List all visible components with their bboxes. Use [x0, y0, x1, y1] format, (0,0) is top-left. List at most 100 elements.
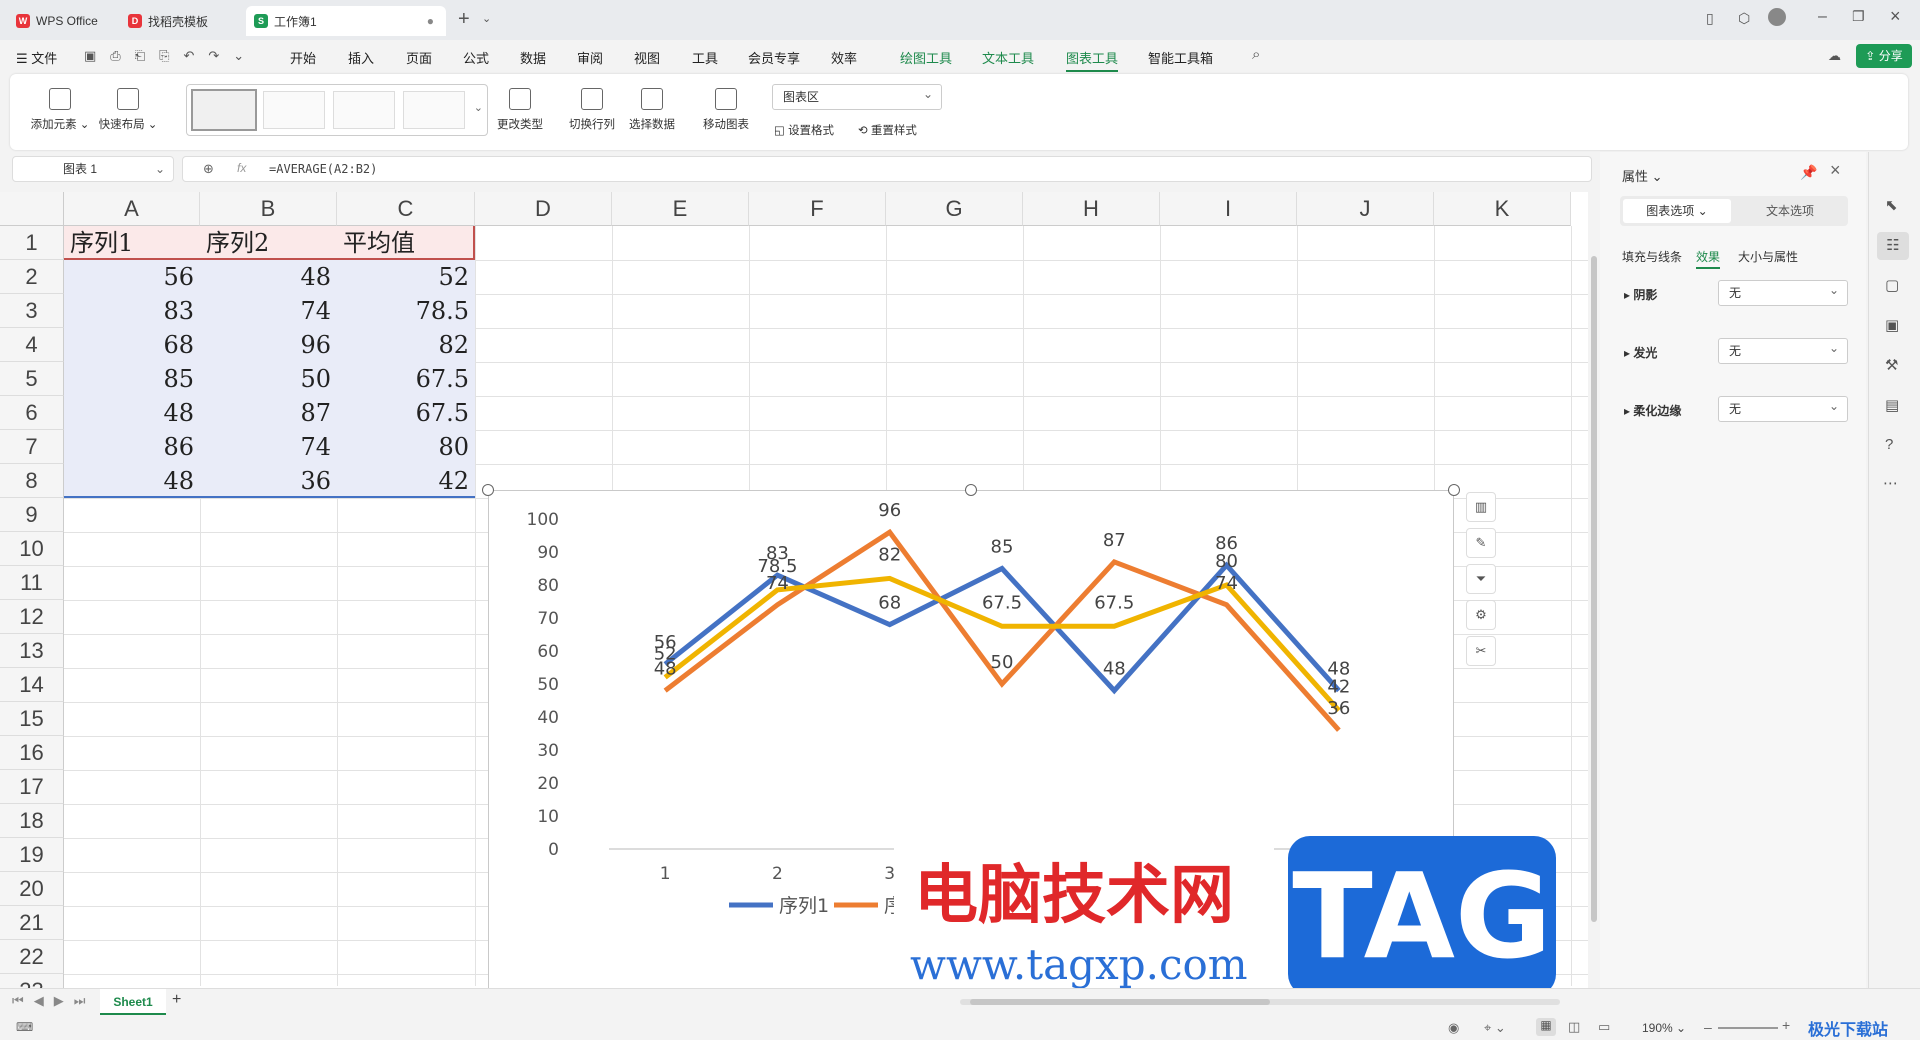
row-header-7[interactable]: 7 [0, 430, 64, 464]
sheet-nav-icons[interactable]: ⏮◀▶⏭ [12, 993, 95, 1009]
row-header-17[interactable]: 17 [0, 770, 64, 804]
data-cell[interactable]: 80 [337, 430, 475, 464]
book-icon[interactable]: ▤ [1885, 396, 1899, 414]
resize-handle-tl[interactable] [482, 484, 494, 496]
set-format-button[interactable]: ◱ 设置格式 [774, 122, 844, 138]
menu-home[interactable]: 开始 [290, 48, 316, 67]
data-cell[interactable]: 74 [200, 294, 337, 328]
column-header-D[interactable]: D [475, 192, 612, 226]
menu-tools[interactable]: 工具 [692, 48, 718, 67]
row-header-16[interactable]: 16 [0, 736, 64, 770]
subtab-size-properties[interactable]: 大小与属性 [1738, 248, 1798, 265]
cursor-icon[interactable]: ⬉ [1885, 196, 1898, 214]
data-cell[interactable]: 42 [337, 464, 475, 498]
data-cell[interactable]: 74 [200, 430, 337, 464]
data-cell[interactable]: 86 [64, 430, 200, 464]
cube-icon[interactable]: ⬡ [1738, 10, 1750, 27]
column-header-J[interactable]: J [1297, 192, 1434, 226]
quick-layout-button[interactable]: 快速布局 ⌄ [96, 88, 160, 132]
chart-elements-button[interactable]: ▥ [1466, 492, 1496, 522]
move-chart-button[interactable]: 移动图表 [698, 88, 754, 132]
horizontal-scrollbar[interactable] [960, 999, 1560, 1005]
chart-tools-button[interactable]: ✂ [1466, 636, 1496, 666]
menu-insert[interactable]: 插入 [348, 48, 374, 67]
row-header-18[interactable]: 18 [0, 804, 64, 838]
normal-view-icon[interactable]: ▦ [1536, 1018, 1556, 1036]
tab-template[interactable]: D 找稻壳模板 [120, 6, 240, 36]
chevron-down-icon[interactable]: ⌄ [482, 12, 491, 25]
image-icon[interactable]: ▣ [1885, 316, 1899, 334]
row-header-14[interactable]: 14 [0, 668, 64, 702]
row-header-9[interactable]: 9 [0, 498, 64, 532]
tab-text-options[interactable]: 文本选项 [1740, 199, 1840, 223]
data-cell[interactable]: 52 [337, 260, 475, 294]
data-cell[interactable]: 67.5 [337, 396, 475, 430]
data-cell[interactable]: 48 [64, 396, 200, 430]
row-header-8[interactable]: 8 [0, 464, 64, 498]
menu-data[interactable]: 数据 [520, 48, 546, 67]
data-cell[interactable]: 82 [337, 328, 475, 362]
tab-wps-office[interactable]: W WPS Office [8, 6, 118, 36]
sheet-tab-sheet1[interactable]: Sheet1 [100, 989, 166, 1015]
row-header-6[interactable]: 6 [0, 396, 64, 430]
glow-label[interactable]: ▸ 发光 [1624, 344, 1657, 361]
chart-style-3[interactable] [333, 91, 395, 129]
row-header-2[interactable]: 2 [0, 260, 64, 294]
chart-area-select[interactable]: 图表区 [772, 82, 942, 110]
comment-icon[interactable]: ▢ [1885, 276, 1899, 294]
search-icon[interactable]: ⌕ [1252, 46, 1260, 63]
column-header-E[interactable]: E [612, 192, 749, 226]
share-button[interactable]: ⇪ 分享 [1856, 44, 1912, 68]
data-cell[interactable]: 83 [64, 294, 200, 328]
glow-select[interactable]: 无 [1718, 336, 1848, 364]
data-cell[interactable]: 36 [200, 464, 337, 498]
chart-filter-button[interactable]: ⏷ [1466, 564, 1496, 594]
close-panel-icon[interactable]: × [1830, 160, 1841, 181]
row-header-23[interactable]: 23 [0, 974, 64, 988]
new-tab-icon[interactable]: + [458, 8, 470, 31]
zoom-slider[interactable] [1718, 1027, 1778, 1029]
fx-icon[interactable]: fx [237, 161, 246, 175]
chart-style-gallery[interactable]: ⌄ [186, 84, 488, 136]
menu-chart-tools[interactable]: 图表工具 [1066, 48, 1119, 72]
cloud-icon[interactable]: ☁ [1828, 48, 1841, 64]
header-cell[interactable]: 序列2 [200, 226, 337, 260]
restore-icon[interactable]: ❐ [1852, 8, 1865, 25]
file-menu[interactable]: ☰ 文件 [16, 48, 57, 67]
tab-workbook[interactable]: S 工作簿1 ● [246, 6, 446, 36]
close-icon[interactable]: × [1890, 6, 1901, 27]
data-cell[interactable]: 85 [64, 362, 200, 396]
shadow-label[interactable]: ▸ 阴影 [1624, 286, 1657, 303]
header-cell[interactable]: 平均值 [337, 226, 475, 260]
column-header-A[interactable]: A [64, 192, 200, 226]
menu-efficiency[interactable]: 效率 [831, 48, 857, 67]
tab-close-dot-icon[interactable]: ● [427, 14, 434, 28]
header-cell[interactable]: 序列1 [64, 226, 200, 260]
subtab-fill-line[interactable]: 填充与线条 [1622, 248, 1682, 265]
page-layout-view-icon[interactable]: ▭ [1598, 1019, 1610, 1035]
row-header-22[interactable]: 22 [0, 940, 64, 974]
more-icon[interactable]: ⋯ [1883, 474, 1898, 492]
chart-style-1[interactable] [191, 89, 257, 131]
zoom-formula-icon[interactable]: ⊕ [203, 161, 214, 177]
column-header-K[interactable]: K [1434, 192, 1571, 226]
avatar[interactable] [1768, 8, 1786, 26]
reset-style-button[interactable]: ⟲ 重置样式 [858, 122, 928, 138]
name-box[interactable]: 图表 1 ⌄ [12, 156, 174, 182]
row-header-10[interactable]: 10 [0, 532, 64, 566]
data-cell[interactable]: 78.5 [337, 294, 475, 328]
vertical-scroll-thumb[interactable] [1591, 256, 1597, 922]
chart-style-2[interactable] [263, 91, 325, 129]
menu-drawing-tools[interactable]: 绘图工具 [900, 48, 952, 67]
zoom-in-icon[interactable]: + [1782, 1017, 1790, 1033]
row-header-20[interactable]: 20 [0, 872, 64, 906]
formula-input[interactable]: ⊕ fx =AVERAGE(A2:B2) [182, 156, 1592, 182]
minimize-icon[interactable]: – [1818, 8, 1827, 26]
column-header-C[interactable]: C [337, 192, 475, 226]
change-type-button[interactable]: 更改类型 [492, 88, 548, 132]
menu-review[interactable]: 审阅 [577, 48, 603, 67]
horizontal-scroll-thumb[interactable] [970, 999, 1270, 1005]
quick-access-icons[interactable]: ▣⎙⎗⎘↶↷⌄ [84, 48, 258, 64]
row-header-11[interactable]: 11 [0, 566, 64, 600]
data-cell[interactable]: 56 [64, 260, 200, 294]
